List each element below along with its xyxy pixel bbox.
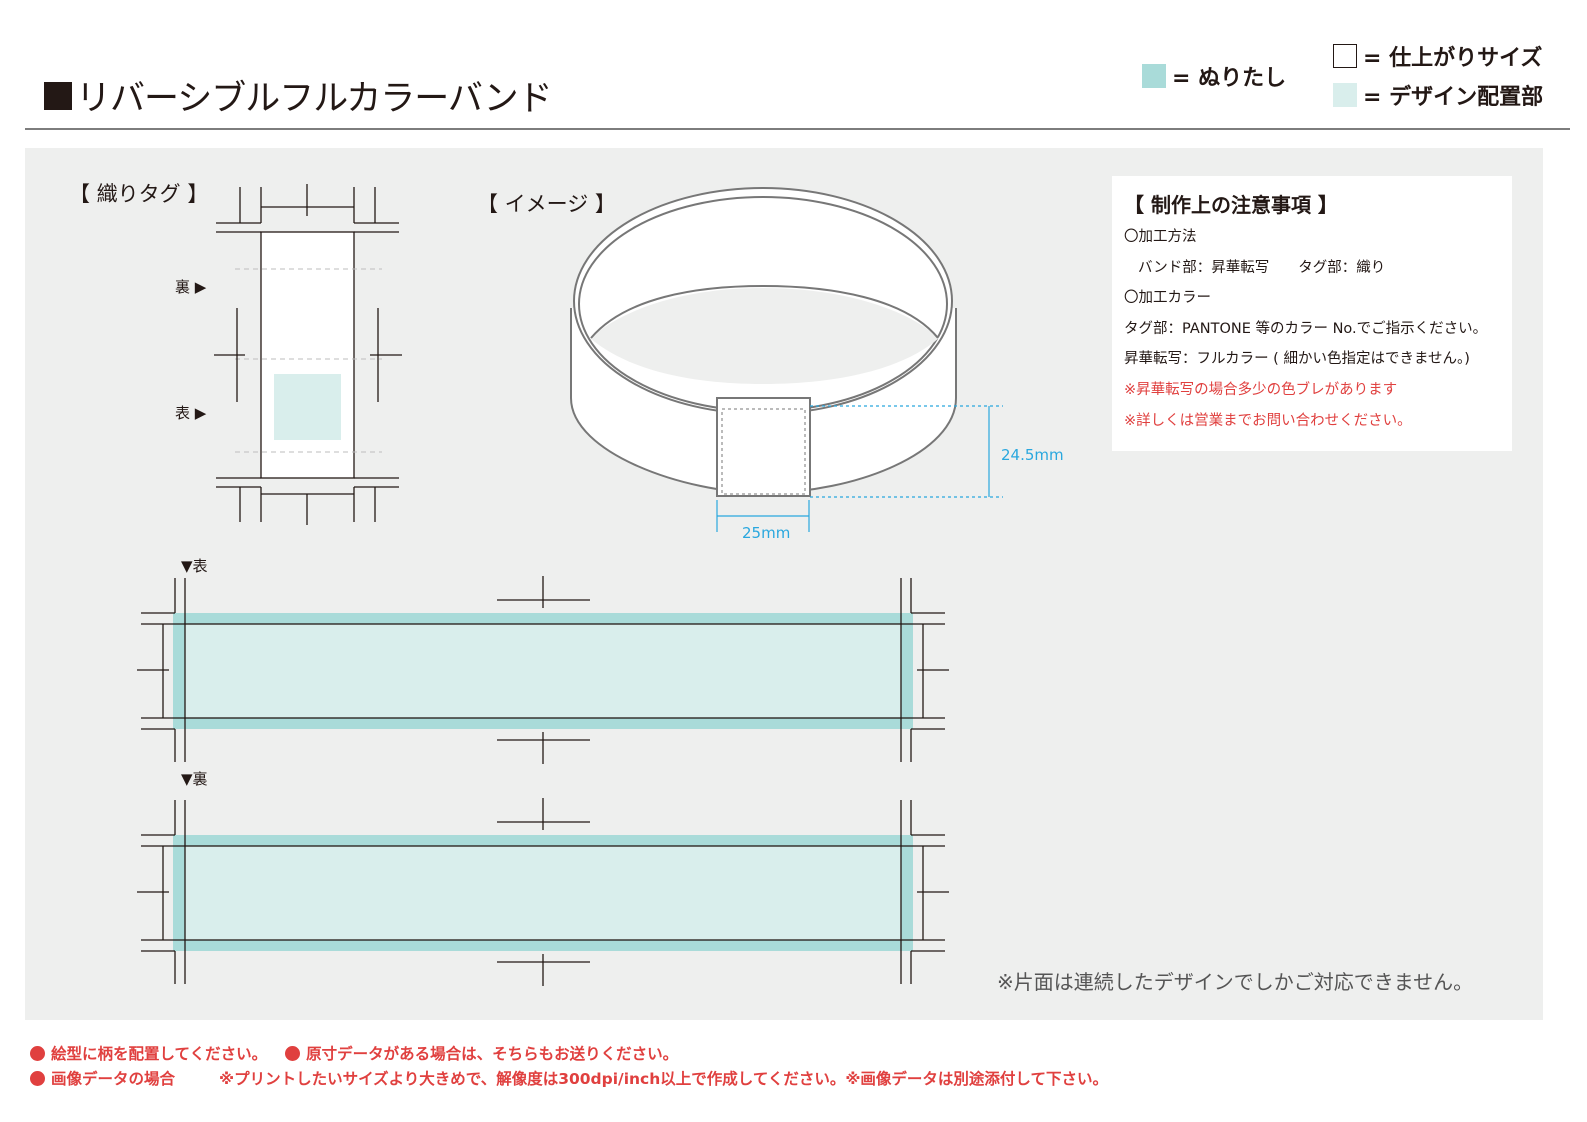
tag-design-area bbox=[274, 374, 341, 440]
footer-resolution-note: ※プリントしたいサイズより大きめで、解像度は300dpi/inch以上で作成して… bbox=[219, 1070, 1108, 1088]
header-divider bbox=[25, 128, 1570, 130]
footer-original-data: 原寸データがある場合は、そちらもお送りください。 bbox=[306, 1045, 679, 1063]
height-dimension-label: 24.5mm bbox=[1001, 446, 1064, 464]
color-sublimation-note: 昇華転写：フルカラー ( 細かい色指定はできません。) bbox=[1124, 351, 1470, 368]
front-band bbox=[137, 576, 949, 764]
legend-design-label: = デザイン配置部 bbox=[1363, 85, 1544, 110]
method-heading: 〇加工方法 bbox=[1124, 229, 1197, 245]
color-variance-warning: ※昇華転写の場合多少の色ブレがあります bbox=[1124, 381, 1398, 398]
band-image bbox=[570, 187, 957, 497]
tag-back-label-text: 裏 bbox=[175, 278, 191, 296]
footer-line-1: 絵型に柄を配置してください。 原寸データがある場合は、そちらもお送りください。 bbox=[30, 1042, 678, 1064]
legend-design: = デザイン配置部 bbox=[1333, 79, 1543, 111]
woven-tag bbox=[214, 184, 402, 525]
design-swatch bbox=[1333, 83, 1357, 107]
contact-sales-warning: ※詳しくは営業までお問い合わせください。 bbox=[1124, 412, 1412, 429]
legend-bleed: = ぬりたし bbox=[1142, 60, 1286, 92]
footer-place-pattern: 絵型に柄を配置してください。 bbox=[51, 1045, 268, 1063]
color-heading: 〇加工カラー bbox=[1124, 290, 1211, 307]
footer-image-data: 画像データの場合 bbox=[51, 1070, 176, 1088]
method-detail: バンド部：昇華転写 タグ部：織り bbox=[1138, 259, 1386, 276]
bleed-swatch bbox=[1142, 64, 1166, 88]
footer-line-2: 画像データの場合 ※プリントしたいサイズより大きめで、解像度は300dpi/in… bbox=[30, 1067, 1108, 1089]
width-dimension-label: 25mm bbox=[742, 524, 791, 542]
production-notes: 【 制作上の注意事項 】 〇加工方法 バンド部：昇華転写 タグ部：織り 〇加工カ… bbox=[1112, 176, 1512, 451]
red-dot-icon bbox=[285, 1045, 301, 1061]
legend-bleed-label: = ぬりたし bbox=[1172, 66, 1287, 91]
page-title-text: リバーシブルフルカラーバンド bbox=[76, 79, 553, 119]
front-band-label: ▼表 bbox=[181, 557, 208, 575]
notes-heading: 【 制作上の注意事項 】 bbox=[1124, 193, 1338, 217]
red-dot-icon bbox=[30, 1070, 45, 1086]
back-band bbox=[137, 798, 949, 986]
continuous-design-note: ※片面は連続したデザインでしかご対応できません。 bbox=[997, 970, 1474, 994]
back-band-label: ▼裏 bbox=[181, 770, 208, 788]
square-bullet-icon bbox=[44, 81, 72, 110]
triangle-right-icon: ▶ bbox=[190, 404, 207, 422]
tag-back-label: 裏 ▶ bbox=[175, 276, 206, 297]
tag-front-label: 表 ▶ bbox=[175, 402, 206, 423]
band-tag-box bbox=[716, 397, 811, 497]
tag-section-title: 【 織りタグ 】 bbox=[69, 182, 209, 206]
red-dot-icon bbox=[30, 1045, 45, 1061]
legend-finish-label: = 仕上がりサイズ bbox=[1363, 46, 1543, 71]
finish-swatch bbox=[1333, 44, 1357, 68]
back-finish bbox=[184, 845, 902, 941]
front-finish bbox=[184, 623, 902, 719]
triangle-right-icon: ▶ bbox=[190, 278, 207, 296]
color-tag-note: タグ部：PANTONE 等のカラー No.でご指示ください。 bbox=[1124, 320, 1488, 337]
legend-finish: = 仕上がりサイズ bbox=[1333, 40, 1542, 72]
image-section-title: 【 イメージ 】 bbox=[477, 192, 616, 216]
tag-front-label-text: 表 bbox=[175, 404, 191, 422]
page-title: リバーシブルフルカラーバンド bbox=[44, 70, 553, 121]
